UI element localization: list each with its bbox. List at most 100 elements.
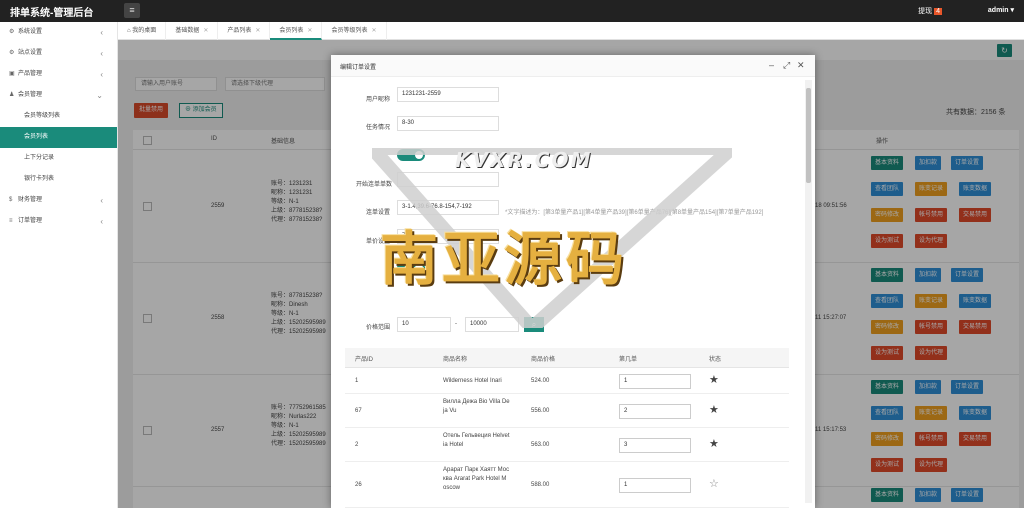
product-row: 67 Вилла Дежа Bio Villa De ja Vu 556.00 2 ★: [345, 394, 789, 428]
nickname-field[interactable]: 1231231-2559: [397, 87, 499, 102]
product-id: 67: [355, 408, 362, 414]
sidebar-item-label: 会员等级列表: [24, 113, 61, 119]
user-menu[interactable]: admin ▾: [988, 6, 1014, 14]
product-price: 588.00: [531, 482, 550, 488]
sidebar-item-6[interactable]: 上下分记录: [0, 148, 117, 169]
sidebar-item-label: 会员管理: [18, 92, 43, 98]
product-price: 524.00: [531, 378, 550, 384]
chevron-icon: ‹: [100, 49, 103, 58]
star-filled-icon[interactable]: ★: [709, 405, 719, 416]
sidebar-item-label: 产品管理: [18, 71, 43, 77]
sidebar-item-4[interactable]: 会员等级列表: [0, 106, 117, 127]
tab-4[interactable]: 会员等级列表 ✕: [322, 22, 387, 40]
col-nth: 第几单: [619, 357, 638, 363]
star-filled-icon[interactable]: ★: [709, 439, 719, 450]
sidebar-item-5[interactable]: 会员列表: [0, 127, 117, 148]
sidebar-item-label: 会员列表: [24, 134, 49, 140]
star-filled-icon[interactable]: ★: [709, 375, 719, 386]
price-min-field[interactable]: 10: [397, 317, 451, 332]
star-outline-icon[interactable]: ☆: [709, 479, 719, 490]
sidebar-item-label: 订单管理: [18, 218, 43, 224]
sidebar-item-0[interactable]: ⚙ 系统设置 ‹: [0, 22, 117, 43]
nth-order-input[interactable]: 1: [619, 478, 691, 493]
watermark-text: 南亚源码: [380, 225, 629, 293]
product-id: 26: [355, 482, 362, 488]
product-id: 1: [355, 378, 359, 384]
sidebar-item-label: 上下分记录: [24, 155, 55, 161]
product-row: 1 Wilderness Hotel Inari 524.00 1 ★: [345, 368, 789, 394]
sidebar-item-3[interactable]: ♟ 会员管理 ⌄: [0, 85, 117, 106]
product-name: Wilderness Hotel Inari: [443, 378, 502, 384]
tab-label: 基础数据: [175, 28, 200, 34]
user-icon: ♟: [9, 92, 15, 98]
watermark-url: KVXR.COM: [455, 148, 593, 172]
close-tab-icon[interactable]: ✕: [203, 28, 208, 34]
task-field[interactable]: 8-30: [397, 116, 499, 131]
modal-header: 编辑订单设置 – ⤢ ✕: [331, 55, 815, 77]
gear-icon: ⚙: [9, 29, 15, 35]
close-tab-icon[interactable]: ✕: [255, 28, 260, 34]
col-product-price: 商品价格: [531, 357, 556, 363]
product-name: Арарат Парк Хаятт Мос ква Ararat Park Ho…: [443, 467, 510, 491]
toggle-switch[interactable]: [397, 149, 425, 161]
nth-order-input[interactable]: 1: [619, 374, 691, 389]
search-icon[interactable]: ⌕: [524, 317, 544, 332]
modal-scrollbar[interactable]: [805, 80, 812, 503]
sidebar-item-label: 站点设置: [18, 50, 43, 56]
money-icon: $: [9, 197, 13, 203]
menu-toggle-icon[interactable]: ≡: [124, 3, 140, 18]
chevron-icon: ‹: [100, 28, 103, 37]
product-table: 产品ID 商品名称 商品价格 第几单 状态 1 Wilderness Hotel …: [345, 348, 789, 508]
modal-title: 编辑订单设置: [340, 65, 377, 71]
col-product-id: 产品ID: [355, 357, 374, 363]
notice-badge: 4: [934, 8, 942, 15]
close-icon[interactable]: ✕: [797, 60, 805, 71]
price-range-label: 价格范围: [365, 325, 390, 331]
chevron-icon: ‹: [100, 70, 103, 79]
list-icon: ≡: [9, 218, 13, 224]
tab-2[interactable]: 产品列表 ✕: [218, 22, 271, 40]
chevron-icon: ‹: [100, 217, 103, 226]
top-bar: 排单系统-管理后台 ≡ 提现 4 admin ▾: [0, 0, 1024, 22]
minimize-icon[interactable]: –: [769, 60, 774, 70]
start-count-field[interactable]: [397, 172, 499, 187]
sidebar-item-label: 银行卡列表: [24, 176, 55, 182]
nth-order-input[interactable]: 2: [619, 404, 691, 419]
close-tab-icon[interactable]: ✕: [307, 28, 312, 34]
tab-label: 我的桌面: [132, 28, 157, 34]
tab-label: 会员等级列表: [331, 28, 368, 34]
sidebar-item-9[interactable]: ≡ 订单管理 ‹: [0, 211, 117, 232]
tab-0[interactable]: ⌂ 我的桌面: [118, 22, 167, 40]
product-row: 26 Арарат Парк Хаятт Мос ква Ararat Park …: [345, 462, 789, 508]
sidebar-item-label: 系统设置: [18, 29, 43, 35]
product-price: 556.00: [531, 408, 550, 414]
price-max-field[interactable]: 10000: [465, 317, 519, 332]
app-title: 排单系统-管理后台: [10, 8, 94, 19]
tab-1[interactable]: 基础数据 ✕: [166, 22, 219, 40]
tab-3[interactable]: 会员列表 ✕: [270, 22, 323, 40]
product-name: Отель Гельвеция Helvet ia Hotel: [443, 433, 510, 448]
nth-order-input[interactable]: 3: [619, 438, 691, 453]
tab-bar: ⌂ 我的桌面 基础数据 ✕ 产品列表 ✕ 会员列表 ✕ 会员等级列表 ✕: [118, 22, 1024, 40]
chevron-icon: ‹: [100, 196, 103, 205]
close-tab-icon[interactable]: ✕: [371, 28, 376, 34]
withdraw-notice[interactable]: 提现 4: [918, 6, 942, 16]
sidebar-item-7[interactable]: 银行卡列表: [0, 169, 117, 190]
product-id: 2: [355, 442, 359, 448]
range-separator: -: [455, 321, 457, 327]
product-name: Вилла Дежа Bio Villa De ja Vu: [443, 399, 510, 414]
sidebar-item-label: 财务管理: [18, 197, 43, 203]
scroll-thumb[interactable]: [806, 88, 811, 183]
start-count-label: 开始连单单数: [355, 182, 392, 188]
sidebar-item-1[interactable]: ⚙ 站点设置 ‹: [0, 43, 117, 64]
maximize-icon[interactable]: ⤢: [783, 60, 790, 71]
col-status: 状态: [709, 357, 722, 363]
box-icon: ▣: [9, 71, 15, 77]
chevron-icon: ⌄: [96, 91, 103, 100]
product-table-header: 产品ID 商品名称 商品价格 第几单 状态: [345, 348, 789, 368]
sidebar-item-8[interactable]: $ 财务管理 ‹: [0, 190, 117, 211]
gear-icon: ⚙: [9, 50, 15, 56]
col-product-name: 商品名称: [443, 357, 468, 363]
tab-label: 产品列表: [227, 28, 252, 34]
sidebar-item-2[interactable]: ▣ 产品管理 ‹: [0, 64, 117, 85]
